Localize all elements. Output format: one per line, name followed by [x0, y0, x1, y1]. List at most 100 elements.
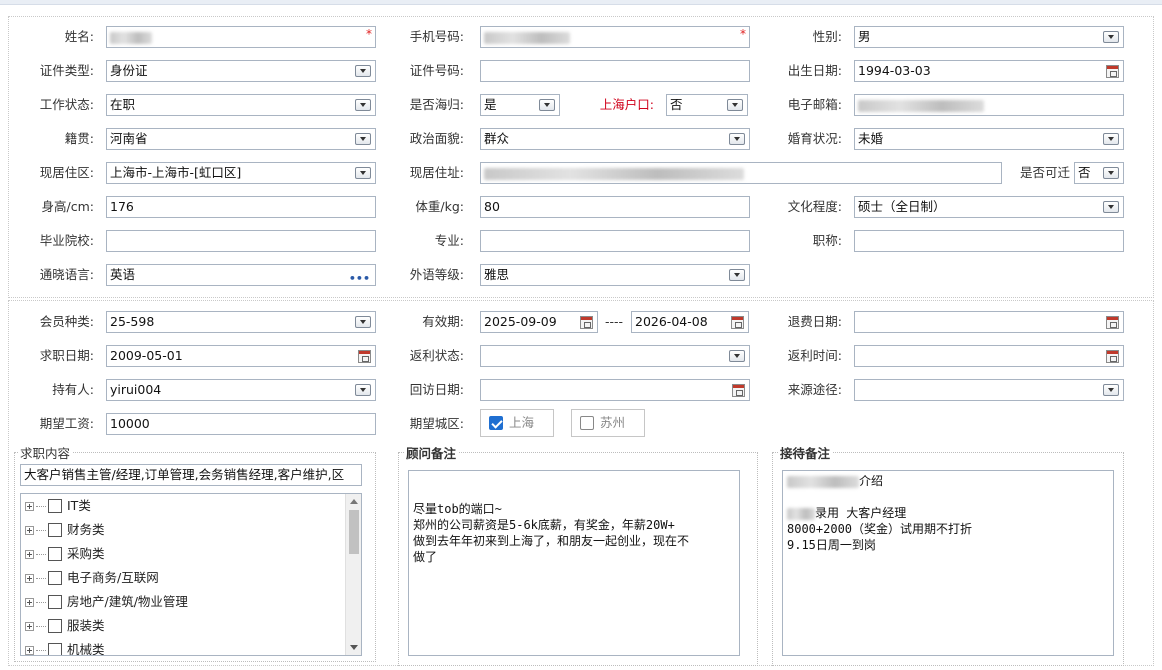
- checkbox-icon[interactable]: [48, 523, 62, 537]
- chevron-down-icon[interactable]: [1103, 167, 1119, 179]
- calendar-icon[interactable]: [1106, 65, 1119, 78]
- tree-item-label: 机械类: [67, 642, 105, 656]
- tree-item[interactable]: IT类: [25, 496, 91, 516]
- chevron-down-icon[interactable]: [729, 133, 745, 145]
- expand-icon[interactable]: [25, 502, 34, 511]
- calendar-icon[interactable]: [731, 316, 744, 329]
- expand-icon[interactable]: [25, 646, 34, 655]
- tree-item[interactable]: 采购类: [25, 544, 105, 564]
- tree-item[interactable]: 财务类: [25, 520, 105, 540]
- checkbox-icon[interactable]: [48, 499, 62, 513]
- weight-input[interactable]: 80: [480, 196, 750, 218]
- tree-item-label: 服装类: [67, 618, 105, 633]
- school-input[interactable]: [106, 230, 376, 252]
- expand-icon[interactable]: [25, 526, 34, 535]
- revisit-date-input[interactable]: [480, 379, 750, 401]
- expand-icon[interactable]: [25, 550, 34, 559]
- checkbox-icon[interactable]: [48, 643, 62, 655]
- address-input[interactable]: [480, 162, 1002, 184]
- chevron-down-icon[interactable]: [355, 133, 371, 145]
- city-option-suzhou[interactable]: 苏州: [571, 409, 645, 437]
- chevron-down-icon[interactable]: [729, 269, 745, 281]
- reception-notes-textarea[interactable]: 介绍 录用 大客户经理 8000+2000（奖金）试用期不打折 9.15日周一到…: [782, 470, 1114, 656]
- expand-icon[interactable]: [25, 574, 34, 583]
- validity-from-input[interactable]: 2025-09-09: [480, 311, 598, 333]
- calendar-icon[interactable]: [1106, 350, 1119, 363]
- id-type-select[interactable]: 身份证: [106, 60, 376, 82]
- shanghai-hukou-select[interactable]: 否: [666, 94, 748, 116]
- work-status-select[interactable]: 在职: [106, 94, 376, 116]
- tree-scrollbar[interactable]: [345, 494, 361, 655]
- name-input[interactable]: *: [106, 26, 376, 48]
- refund-date-input[interactable]: [854, 311, 1124, 333]
- languages-input[interactable]: 英语 •••: [106, 264, 376, 286]
- email-input[interactable]: [854, 94, 1124, 116]
- consultant-notes-textarea[interactable]: 尽量tob的端口~ 郑州的公司薪资是5-6k底薪，有奖金，年薪20W+ 做到去年…: [408, 470, 740, 656]
- checkbox-icon[interactable]: [580, 416, 594, 430]
- chevron-down-icon[interactable]: [1103, 133, 1119, 145]
- native-place-value: 河南省: [110, 131, 148, 146]
- validity-to-input[interactable]: 2026-04-08: [631, 311, 749, 333]
- chevron-down-icon[interactable]: [1103, 384, 1119, 396]
- member-type-select[interactable]: 25-598: [106, 311, 376, 333]
- salary-label: 期望工资:: [39, 416, 94, 431]
- chevron-down-icon[interactable]: [1103, 31, 1119, 43]
- job-category-tree[interactable]: IT类 财务类 采购类 电子商务/互联网 房地产/建筑/物业管理 服装类 机械类: [20, 493, 362, 656]
- calendar-icon[interactable]: [580, 316, 593, 329]
- phone-input[interactable]: *: [480, 26, 750, 48]
- checkbox-icon[interactable]: [48, 619, 62, 633]
- calendar-icon[interactable]: [358, 350, 371, 363]
- job-content-summary[interactable]: 大客户销售主管/经理,订单管理,会务销售经理,客户维护,区: [20, 464, 362, 486]
- city-option-shanghai[interactable]: 上海: [480, 409, 554, 437]
- chevron-down-icon[interactable]: [355, 65, 371, 77]
- calendar-icon[interactable]: [732, 384, 745, 397]
- scroll-thumb[interactable]: [349, 510, 359, 554]
- height-label: 身高/cm:: [41, 199, 94, 214]
- job-date-input[interactable]: 2009-05-01: [106, 345, 376, 367]
- chevron-down-icon[interactable]: [355, 167, 371, 179]
- tree-item[interactable]: 电子商务/互联网: [25, 568, 159, 588]
- salary-input[interactable]: 10000: [106, 413, 376, 435]
- holder-select[interactable]: yirui004: [106, 379, 376, 401]
- checkbox-icon[interactable]: [48, 547, 62, 561]
- chevron-down-icon[interactable]: [539, 99, 555, 111]
- relocate-select[interactable]: 否: [1074, 162, 1124, 184]
- expand-icon[interactable]: [25, 622, 34, 631]
- major-input[interactable]: [480, 230, 750, 252]
- id-number-input[interactable]: [480, 60, 750, 82]
- gender-select[interactable]: 男: [854, 26, 1124, 48]
- marital-select[interactable]: 未婚: [854, 128, 1124, 150]
- chevron-down-icon[interactable]: [729, 350, 745, 362]
- job-title-input[interactable]: [854, 230, 1124, 252]
- overseas-select[interactable]: 是: [480, 94, 560, 116]
- tree-item[interactable]: 房地产/建筑/物业管理: [25, 592, 188, 612]
- checkbox-icon[interactable]: [48, 595, 62, 609]
- tree-line: [36, 530, 46, 531]
- scroll-up-icon[interactable]: [350, 499, 358, 504]
- tree-item[interactable]: 机械类: [25, 640, 105, 656]
- chevron-down-icon[interactable]: [1103, 201, 1119, 213]
- expand-icon[interactable]: [25, 598, 34, 607]
- checkbox-checked-icon[interactable]: [489, 416, 503, 430]
- chevron-down-icon[interactable]: [355, 384, 371, 396]
- rebate-time-input[interactable]: [854, 345, 1124, 367]
- residence-area-select[interactable]: 上海市-上海市-[虹口区]: [106, 162, 376, 184]
- lang-level-select[interactable]: 雅思: [480, 264, 750, 286]
- more-icon[interactable]: •••: [349, 269, 370, 285]
- tree-item[interactable]: 服装类: [25, 616, 105, 636]
- scroll-down-icon[interactable]: [350, 645, 358, 650]
- source-select[interactable]: [854, 379, 1124, 401]
- political-select[interactable]: 群众: [480, 128, 750, 150]
- height-input[interactable]: 176: [106, 196, 376, 218]
- job-date-value: 2009-05-01: [110, 348, 183, 363]
- calendar-icon[interactable]: [1106, 316, 1119, 329]
- chevron-down-icon[interactable]: [355, 99, 371, 111]
- education-select[interactable]: 硕士（全日制）: [854, 196, 1124, 218]
- rebate-status-select[interactable]: [480, 345, 750, 367]
- birth-date-input[interactable]: 1994-03-03: [854, 60, 1124, 82]
- chevron-down-icon[interactable]: [727, 99, 743, 111]
- languages-label: 通晓语言:: [39, 267, 94, 282]
- checkbox-icon[interactable]: [48, 571, 62, 585]
- chevron-down-icon[interactable]: [355, 316, 371, 328]
- native-place-select[interactable]: 河南省: [106, 128, 376, 150]
